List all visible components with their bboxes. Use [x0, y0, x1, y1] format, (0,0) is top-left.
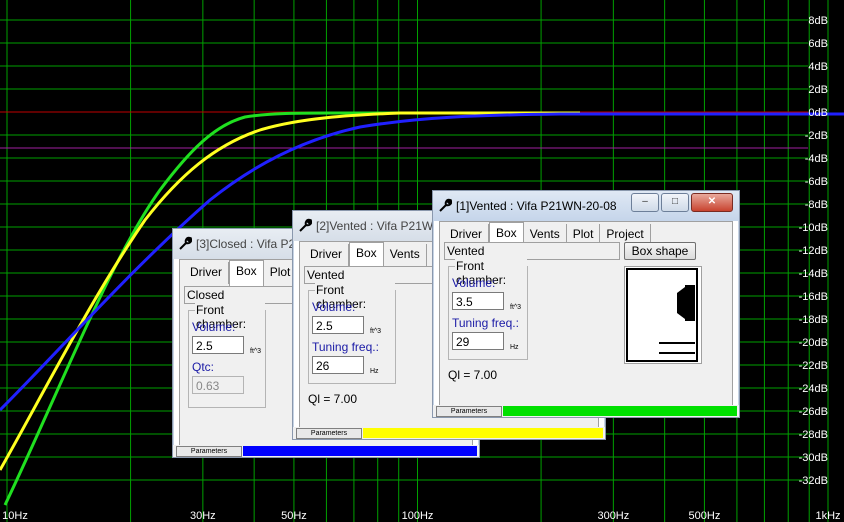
- closed-window-statusbar: Parameters: [173, 445, 479, 457]
- wrench-icon: [439, 198, 452, 212]
- enclosure-drawing: [626, 268, 698, 362]
- vented2-window-tabs: Driver Box Vents P: [304, 242, 448, 269]
- y-tick-label: -18dB: [799, 314, 828, 326]
- qtc-label: Qtc:: [192, 360, 215, 374]
- volume-unit: ft^3: [370, 328, 382, 335]
- x-tick-label: 100Hz: [402, 510, 434, 522]
- volume-input[interactable]: 2.5: [312, 316, 364, 334]
- y-tick-label: -12dB: [799, 245, 828, 257]
- y-tick-label: -28dB: [799, 429, 828, 441]
- y-tick-label: 0dB: [808, 107, 828, 119]
- volume-input[interactable]: 3.5: [452, 292, 504, 310]
- volume-input[interactable]: 2.5: [192, 336, 244, 354]
- x-tick-label: 30Hz: [190, 510, 216, 522]
- vented-box-window-1[interactable]: [1]Vented : Vifa P21WN-20-08 – □ ✕ Drive…: [432, 190, 740, 418]
- status-parameters-label: Parameters: [296, 428, 362, 439]
- y-tick-label: -8dB: [805, 199, 828, 211]
- tab-box[interactable]: Box: [229, 260, 264, 287]
- y-tick-label: -16dB: [799, 291, 828, 303]
- y-tick-label: 6dB: [808, 38, 828, 50]
- y-tick-label: -26dB: [799, 406, 828, 418]
- x-axis-labels: 10Hz 30Hz 50Hz 100Hz 300Hz 500Hz 1kHz: [2, 510, 840, 522]
- wrench-icon: [179, 236, 192, 250]
- status-parameters-label: Parameters: [176, 446, 242, 457]
- y-tick-label: -4dB: [805, 153, 828, 165]
- box-shape-button[interactable]: Box shape: [624, 242, 696, 260]
- volume-label: Volume:: [312, 300, 356, 314]
- y-tick-label: -2dB: [805, 130, 828, 142]
- tuning-freq-label: Tuning freq.:: [312, 340, 379, 354]
- status-color-bar: [243, 446, 477, 456]
- y-tick-label: 4dB: [808, 61, 828, 73]
- vented1-window-statusbar: Parameters: [433, 405, 739, 417]
- tuning-freq-unit: Hz: [370, 368, 379, 375]
- wrench-icon: [299, 218, 312, 232]
- box-type-select[interactable]: Vented: [444, 242, 620, 260]
- y-tick-label: -32dB: [799, 475, 828, 487]
- y-axis-labels: 8dB 6dB 4dB 2dB 0dB -2dB -4dB -6dB -8dB -10dB -12d…: [799, 15, 828, 487]
- closed-window-title: [3]Closed : Vifa P21: [196, 237, 302, 251]
- vented2-window-statusbar: Parameters: [293, 427, 605, 439]
- tuning-freq-input[interactable]: 29: [452, 332, 504, 350]
- vented1-window-titlebar[interactable]: [1]Vented : Vifa P21WN-20-08 – □ ✕: [433, 191, 739, 221]
- vented2-window-title: [2]Vented : Vifa P21WN: [316, 219, 442, 233]
- minimize-button[interactable]: –: [631, 193, 659, 212]
- status-color-bar: [503, 406, 737, 416]
- x-tick-label: 10Hz: [2, 510, 28, 522]
- tab-driver[interactable]: Driver: [184, 262, 229, 284]
- x-tick-label: 300Hz: [597, 510, 629, 522]
- x-tick-label: 1kHz: [815, 510, 840, 522]
- vented1-window-title: [1]Vented : Vifa P21WN-20-08: [456, 199, 617, 213]
- tab-box[interactable]: Box: [349, 242, 384, 269]
- tuning-freq-unit: Hz: [510, 344, 519, 351]
- y-tick-label: 8dB: [808, 15, 828, 27]
- x-tick-label: 50Hz: [281, 510, 307, 522]
- y-tick-label: -22dB: [799, 360, 828, 372]
- y-tick-label: -30dB: [799, 452, 828, 464]
- y-tick-label: 2dB: [808, 84, 828, 96]
- status-color-bar: [363, 428, 603, 438]
- close-button[interactable]: ✕: [691, 193, 733, 212]
- status-parameters-label: Parameters: [436, 406, 502, 417]
- volume-label: Volume:: [452, 276, 496, 290]
- box-shape-diagram: [624, 266, 702, 364]
- y-tick-label: -10dB: [799, 222, 828, 234]
- vented1-window-client: Driver Box Vents Plot Project Vented Box…: [439, 221, 733, 411]
- ql-value: Ql = 7.00: [308, 392, 358, 406]
- tab-driver[interactable]: Driver: [304, 244, 349, 266]
- tuning-freq-label: Tuning freq.:: [452, 316, 519, 330]
- volume-unit: ft^3: [250, 348, 262, 355]
- y-tick-label: -20dB: [799, 337, 828, 349]
- y-tick-label: -6dB: [805, 176, 828, 188]
- y-tick-label: -14dB: [799, 268, 828, 280]
- volume-unit: ft^3: [510, 304, 522, 311]
- maximize-button[interactable]: □: [661, 193, 689, 212]
- x-tick-label: 500Hz: [689, 510, 721, 522]
- ql-value: Ql = 7.00: [448, 368, 498, 382]
- tab-vents[interactable]: Vents: [383, 244, 427, 266]
- qtc-input: 0.63: [192, 376, 244, 394]
- y-tick-label: -24dB: [799, 383, 828, 395]
- tuning-freq-input[interactable]: 26: [312, 356, 364, 374]
- volume-label: Volume:: [192, 320, 236, 334]
- closed-window-tabs: Driver Box Plot: [184, 260, 298, 287]
- caption-buttons: – □ ✕: [629, 193, 733, 212]
